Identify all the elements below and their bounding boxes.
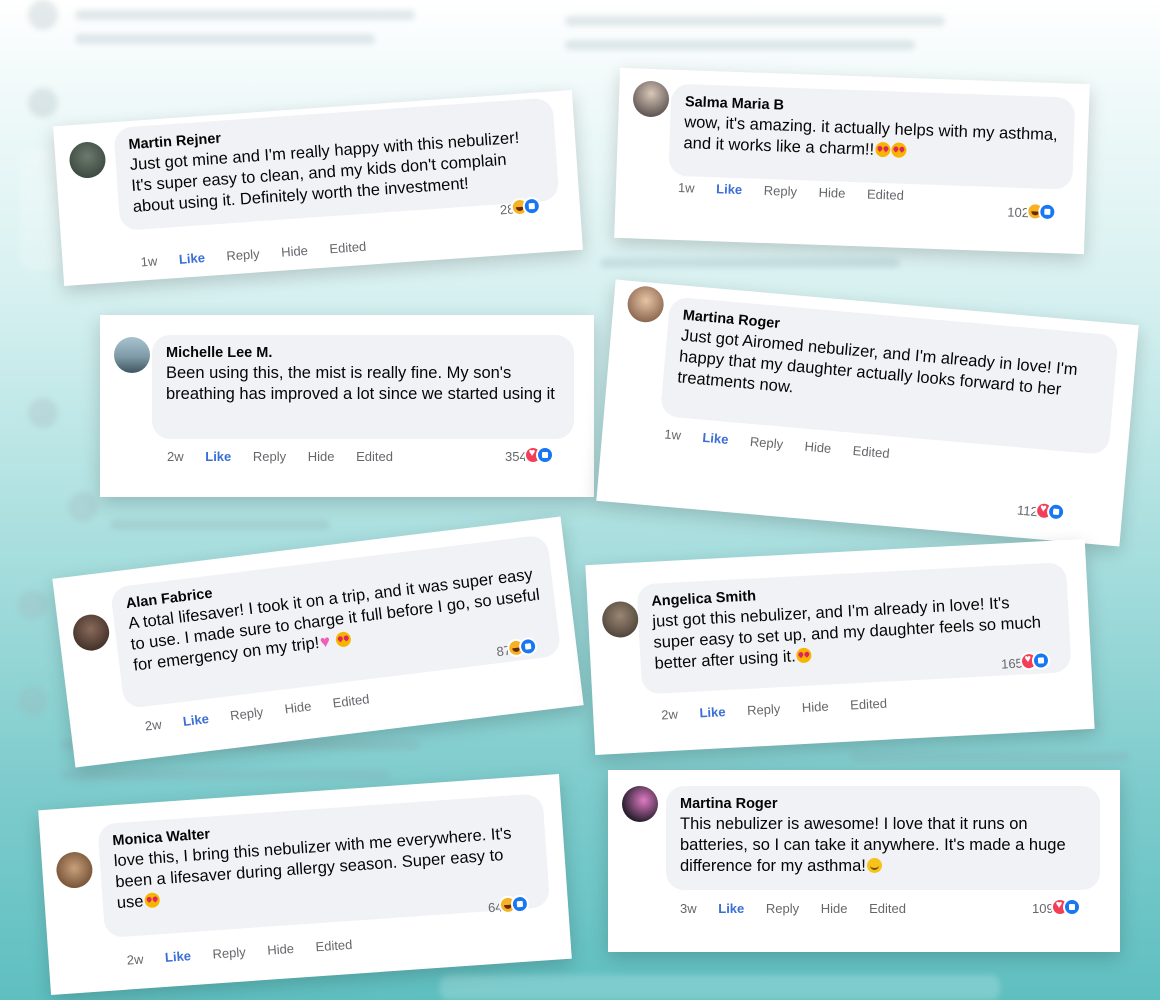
edited-label: Edited [869, 901, 907, 916]
edited-label: Edited [314, 936, 353, 955]
hide-link[interactable]: Hide [801, 699, 828, 715]
timestamp: 2w [144, 716, 163, 734]
comment-actions: 1w Like Reply Hide Edited [140, 238, 384, 270]
like-link[interactable]: Like [716, 181, 743, 197]
like-reaction-icon [1046, 502, 1066, 522]
commenter-name[interactable]: Martina Roger [680, 796, 1086, 812]
like-link[interactable]: Like [178, 250, 205, 267]
like-reaction-icon [510, 894, 530, 914]
timestamp: 2w [660, 706, 679, 723]
heart-eyes-emoji-icon [335, 631, 352, 648]
heart-eyes-emoji-icon [890, 142, 907, 158]
avatar[interactable] [632, 80, 670, 118]
comment-card: Martina Roger This nebulizer is awesome!… [608, 770, 1120, 952]
timestamp: 1w [663, 426, 682, 443]
edited-label: Edited [852, 442, 891, 462]
like-reaction-icon [518, 636, 539, 657]
avatar[interactable] [71, 612, 112, 653]
heart-eyes-emoji-icon [143, 892, 160, 909]
timestamp: 2w [126, 951, 144, 968]
commenter-name[interactable]: Michelle Lee M. [166, 345, 560, 361]
reaction-summary[interactable]: 102 [1007, 201, 1057, 224]
comment-bubble: Salma Maria B wow, it's amazing. it actu… [668, 83, 1076, 190]
edited-label: Edited [356, 449, 394, 464]
comment-bubble: Martin Rejner Just got mine and I'm real… [113, 97, 560, 231]
reaction-summary[interactable]: 109 [1032, 898, 1081, 919]
edited-label: Edited [331, 691, 371, 711]
reply-link[interactable]: Reply [226, 246, 260, 263]
avatar[interactable] [601, 600, 640, 639]
avatar[interactable] [68, 140, 107, 180]
like-link[interactable]: Like [699, 704, 726, 720]
hide-link[interactable]: Hide [821, 901, 848, 916]
like-reaction-icon [1062, 898, 1081, 916]
avatar[interactable] [55, 850, 94, 890]
reply-link[interactable]: Reply [747, 701, 781, 718]
comment-actions: 2w Like Reply Hide Edited [661, 695, 905, 723]
like-link[interactable]: Like [718, 901, 744, 916]
comment-card: Martina Roger Just got Airomed nebulizer… [596, 279, 1139, 547]
reaction-summary[interactable]: 28 [499, 196, 542, 220]
comment-bubble: Martina Roger This nebulizer is awesome!… [666, 786, 1100, 890]
like-reaction-icon [1037, 202, 1057, 222]
like-link[interactable]: Like [702, 430, 729, 447]
reaction-summary[interactable]: 112 [1016, 499, 1066, 524]
edited-label: Edited [849, 695, 888, 713]
hide-link[interactable]: Hide [308, 449, 335, 464]
comment-bubble: Michelle Lee M. Been using this, the mis… [152, 335, 574, 439]
timestamp: 2w [167, 449, 184, 464]
heart-eyes-emoji-icon [796, 647, 813, 664]
avatar[interactable] [622, 786, 658, 822]
reaction-summary[interactable]: 64 [487, 894, 530, 918]
like-link[interactable]: Like [182, 711, 210, 729]
comment-actions: 3w Like Reply Hide Edited [680, 901, 924, 916]
reply-link[interactable]: Reply [229, 704, 264, 723]
timestamp: 3w [680, 901, 697, 916]
comment-text: Been using this, the mist is really fine… [166, 364, 555, 403]
edited-label: Edited [866, 186, 905, 203]
comment-bubble: Angelica Smith just got this nebulizer, … [636, 562, 1072, 695]
heart-eyes-emoji-icon [874, 141, 891, 158]
like-link[interactable]: Like [164, 948, 191, 965]
reply-link[interactable]: Reply [253, 449, 286, 464]
comment-card: Salma Maria B wow, it's amazing. it actu… [614, 67, 1090, 255]
timestamp: 1w [677, 179, 695, 196]
comment-text: This nebulizer is awesome! I love that i… [680, 814, 1086, 877]
like-link[interactable]: Like [205, 449, 231, 464]
hide-link[interactable]: Hide [284, 698, 312, 716]
hide-link[interactable]: Hide [267, 941, 295, 958]
comment-actions: 2w Like Reply Hide Edited [167, 449, 411, 464]
hide-link[interactable]: Hide [804, 439, 832, 456]
reply-link[interactable]: Reply [764, 183, 798, 199]
timestamp: 1w [140, 253, 158, 270]
avatar[interactable] [114, 337, 150, 373]
like-reaction-icon [522, 196, 542, 216]
comment-card: Monica Walter love this, I bring this ne… [38, 774, 572, 995]
comment-actions: 1w Like Reply Hide Edited [678, 180, 922, 204]
comment-card: Angelica Smith just got this nebulizer, … [585, 539, 1095, 755]
reply-link[interactable]: Reply [766, 901, 799, 916]
avatar[interactable] [626, 284, 666, 324]
hide-link[interactable]: Hide [281, 243, 309, 260]
smile-emoji-icon [866, 858, 882, 873]
reaction-summary[interactable]: 165 [1001, 651, 1051, 675]
reaction-summary[interactable]: 354 [505, 446, 554, 467]
hide-link[interactable]: Hide [818, 185, 845, 201]
reply-link[interactable]: Reply [749, 434, 783, 452]
like-reaction-icon [535, 446, 554, 464]
pink-heart-emoji-icon [319, 633, 336, 650]
like-reaction-icon [1031, 651, 1051, 670]
comment-actions: 2w Like Reply Hide Edited [126, 936, 370, 968]
comment-card: Michelle Lee M. Been using this, the mis… [100, 315, 594, 497]
edited-label: Edited [328, 238, 367, 257]
reply-link[interactable]: Reply [212, 944, 246, 961]
comment-bubble: Monica Walter love this, I bring this ne… [97, 793, 551, 939]
